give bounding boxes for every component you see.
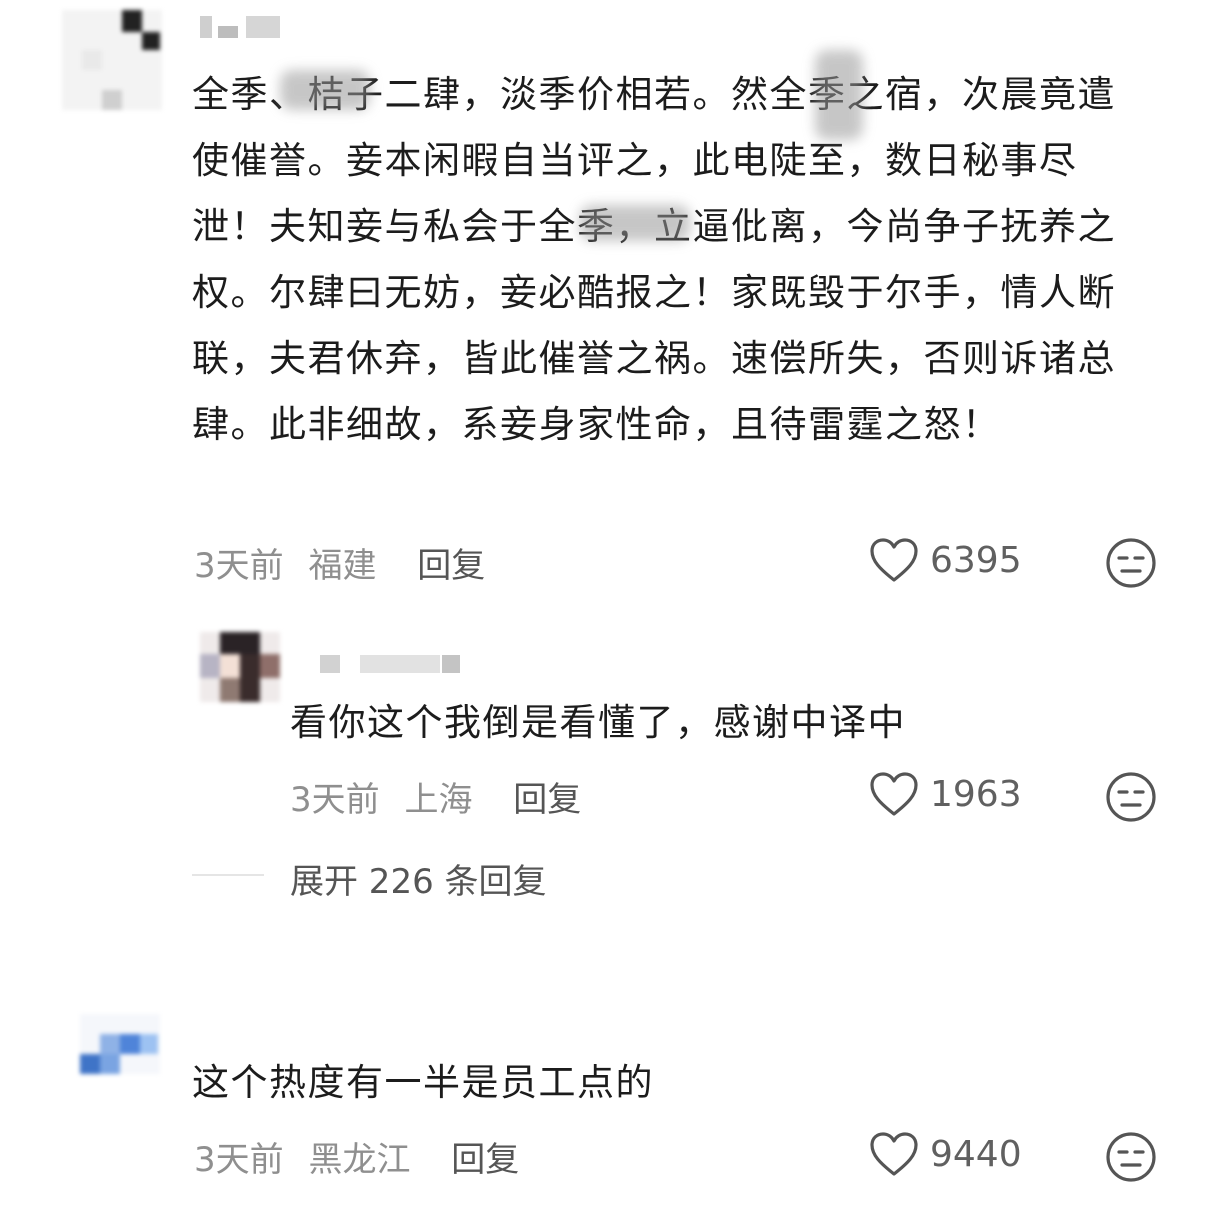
expressionless-face-icon <box>1106 772 1156 822</box>
comment-text: 全季、桔子二肆，淡季价相若。然全季之宿，次晨竟遣使催誉。妾本闲暇自当评之，此电陡… <box>192 73 1116 446</box>
comment-location: 福建 <box>308 546 377 586</box>
dislike-button[interactable] <box>1104 770 1158 828</box>
comment-time: 3天前 <box>194 1140 284 1180</box>
comment-meta: 3天前 福建 回复 <box>194 538 485 587</box>
heart-outline-icon <box>870 538 918 582</box>
avatar[interactable] <box>80 1014 160 1074</box>
like-count: 6395 <box>930 539 1022 581</box>
like-count: 1963 <box>930 773 1022 815</box>
expressionless-face-icon <box>1106 538 1156 588</box>
comment-time: 3天前 <box>290 780 380 820</box>
expressionless-face-icon <box>1106 1132 1156 1182</box>
like-button[interactable]: 9440 <box>868 1130 1022 1178</box>
comment-location: 黑龙江 <box>308 1140 411 1180</box>
comment-meta: 3天前 上海 回复 <box>290 772 581 821</box>
comment-text: 看你这个我倒是看懂了，感谢中译中 <box>290 701 906 744</box>
reply-button[interactable]: 回复 <box>417 546 485 586</box>
heart-outline-icon <box>870 772 918 816</box>
like-button[interactable]: 6395 <box>868 536 1022 584</box>
comment-text: 这个热度有一半是员工点的 <box>192 1061 654 1104</box>
comment-location: 上海 <box>404 780 473 820</box>
divider <box>192 874 264 876</box>
username[interactable] <box>200 16 280 38</box>
avatar[interactable] <box>200 632 280 702</box>
avatar[interactable] <box>62 10 162 110</box>
like-count: 9440 <box>930 1133 1022 1175</box>
reply-button[interactable]: 回复 <box>513 780 581 820</box>
comment-time: 3天前 <box>194 546 284 586</box>
heart-outline-icon <box>870 1132 918 1176</box>
dislike-button[interactable] <box>1104 536 1158 594</box>
reply-button[interactable]: 回复 <box>451 1140 519 1180</box>
expand-replies-button[interactable]: 展开 226 条回复 <box>290 854 547 903</box>
dislike-button[interactable] <box>1104 1130 1158 1188</box>
username[interactable] <box>320 655 460 677</box>
comment-meta: 3天前 黑龙江 回复 <box>194 1132 519 1181</box>
like-button[interactable]: 1963 <box>868 770 1022 818</box>
